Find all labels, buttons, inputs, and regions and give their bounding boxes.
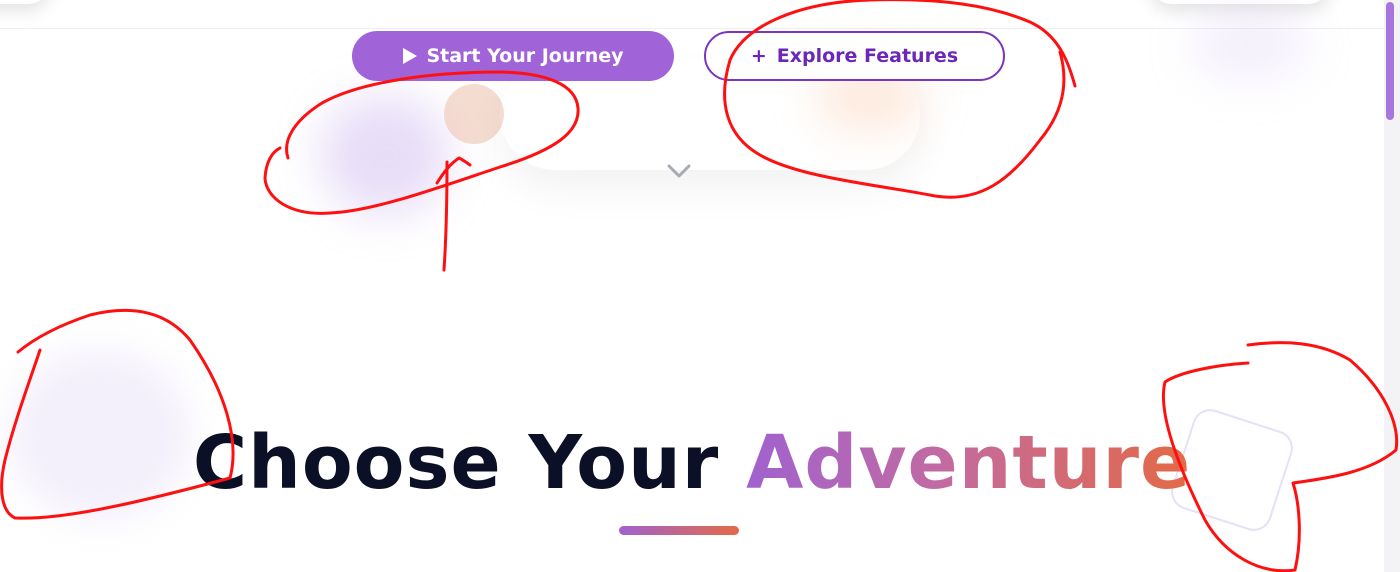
explore-features-button[interactable]: + Explore Features (704, 31, 1005, 81)
header-shadow-right (1150, 0, 1330, 4)
header-divider (0, 28, 1384, 29)
heading-plain-text: Choose Your (192, 420, 720, 506)
play-icon (402, 47, 418, 65)
chevron-down-icon[interactable] (665, 160, 693, 182)
scrollbar-thumb[interactable] (1386, 2, 1394, 120)
start-journey-label: Start Your Journey (426, 45, 624, 67)
start-journey-button[interactable]: Start Your Journey (352, 31, 674, 81)
decorative-circle-peach (444, 84, 504, 144)
header-shadow-left (0, 0, 50, 4)
page-scrollbar[interactable] (1384, 0, 1400, 572)
plus-icon: + (750, 45, 767, 67)
section-heading: Choose Your Adventure (0, 418, 1384, 508)
explore-features-label: Explore Features (776, 45, 959, 67)
heading-underline (619, 526, 739, 535)
heading-highlight-text: Adventure (746, 420, 1192, 506)
decorative-blob-lavender (1190, 10, 1310, 80)
decorative-blob-purple (320, 95, 450, 215)
